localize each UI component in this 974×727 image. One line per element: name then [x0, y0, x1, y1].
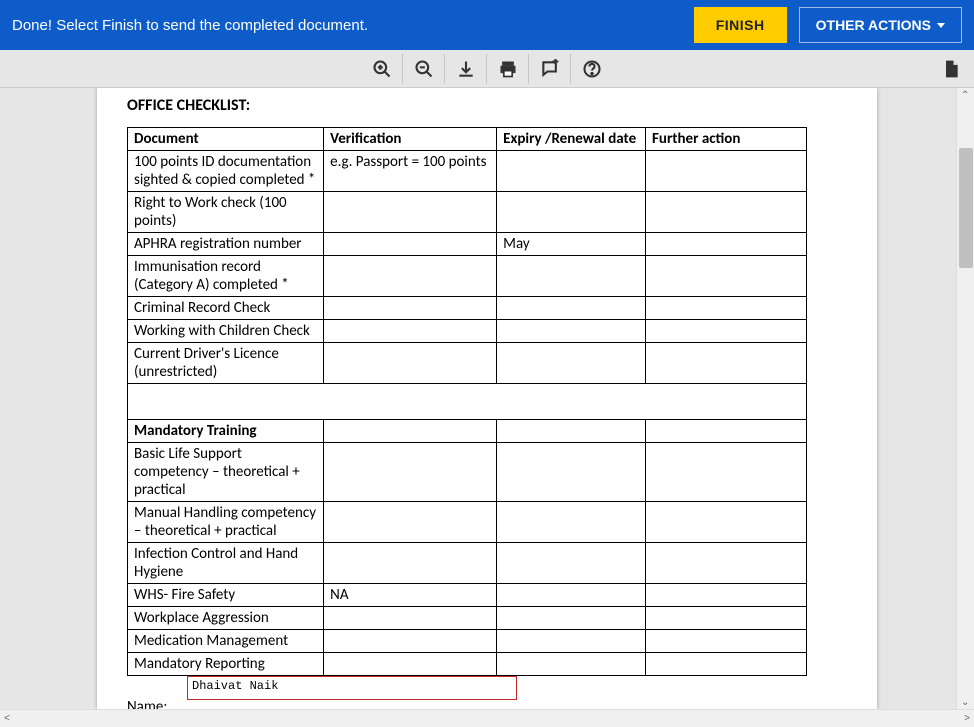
table-row: WHS- Fire Safety NA [128, 584, 807, 607]
download-button[interactable] [445, 54, 487, 84]
table-row: Medication Management [128, 630, 807, 653]
comment-icon [540, 59, 560, 79]
zoom-out-icon [414, 59, 434, 79]
name-label: Name: [127, 698, 167, 709]
document-icon [941, 59, 961, 79]
mandatory-heading-row: Mandatory Training [128, 420, 807, 443]
table-row: Right to Work check (100 points) [128, 192, 807, 233]
print-icon [498, 59, 518, 79]
table-row: Criminal Record Check [128, 297, 807, 320]
signature-area: Name: Dhaivat Naik Signature: date: 01/0… [127, 682, 847, 709]
documents-panel-button[interactable] [936, 54, 966, 84]
document-viewport: OFFICE CHECKLIST: Document Verification … [0, 88, 974, 709]
help-icon [582, 59, 602, 79]
table-row: Immunisation record (Category A) complet… [128, 256, 807, 297]
download-icon [456, 59, 476, 79]
table-row: Basic Life Support competency – theoreti… [128, 443, 807, 502]
col-document: Document [128, 128, 324, 151]
completion-banner: Done! Select Finish to send the complete… [0, 0, 974, 50]
name-field[interactable]: Dhaivat Naik [187, 676, 517, 700]
table-row: Working with Children Check [128, 320, 807, 343]
table-header-row: Document Verification Expiry /Renewal da… [128, 128, 807, 151]
scroll-up-icon: ⌃ [961, 90, 971, 100]
checklist-table: Document Verification Expiry /Renewal da… [127, 127, 807, 676]
document-page: OFFICE CHECKLIST: Document Verification … [97, 88, 877, 709]
comment-button[interactable] [529, 54, 571, 84]
banner-message: Done! Select Finish to send the complete… [12, 17, 368, 34]
scrollbar-thumb[interactable] [959, 148, 973, 268]
zoom-in-button[interactable] [361, 54, 403, 84]
scroll-right-icon: > [964, 713, 970, 724]
table-row: 100 points ID documentation sighted & co… [128, 151, 807, 192]
table-row: Current Driver's Licence (unrestricted) [128, 343, 807, 384]
col-expiry: Expiry /Renewal date [497, 128, 646, 151]
table-row: Mandatory Reporting [128, 653, 807, 676]
zoom-in-icon [372, 59, 392, 79]
other-actions-button[interactable]: OTHER ACTIONS [799, 7, 962, 43]
table-spacer [128, 384, 807, 420]
zoom-out-button[interactable] [403, 54, 445, 84]
table-row: APHRA registration number May [128, 233, 807, 256]
scroll-down-icon: ⌄ [961, 697, 971, 707]
vertical-scrollbar[interactable]: ⌃ ⌄ [956, 88, 974, 709]
table-row: Manual Handling competency – theoretical… [128, 502, 807, 543]
help-button[interactable] [571, 54, 613, 84]
other-actions-label: OTHER ACTIONS [816, 17, 931, 33]
document-toolbar [0, 50, 974, 88]
col-verification: Verification [324, 128, 497, 151]
table-row: Workplace Aggression [128, 607, 807, 630]
banner-actions: FINISH OTHER ACTIONS [694, 7, 962, 43]
print-button[interactable] [487, 54, 529, 84]
col-further: Further action [646, 128, 807, 151]
finish-button[interactable]: FINISH [694, 7, 787, 43]
scroll-left-icon: < [4, 713, 10, 724]
horizontal-scrollbar[interactable]: < > [0, 709, 974, 727]
chevron-down-icon [937, 23, 945, 28]
table-row: Infection Control and Hand Hygiene [128, 543, 807, 584]
section-title: OFFICE CHECKLIST: [127, 96, 847, 115]
